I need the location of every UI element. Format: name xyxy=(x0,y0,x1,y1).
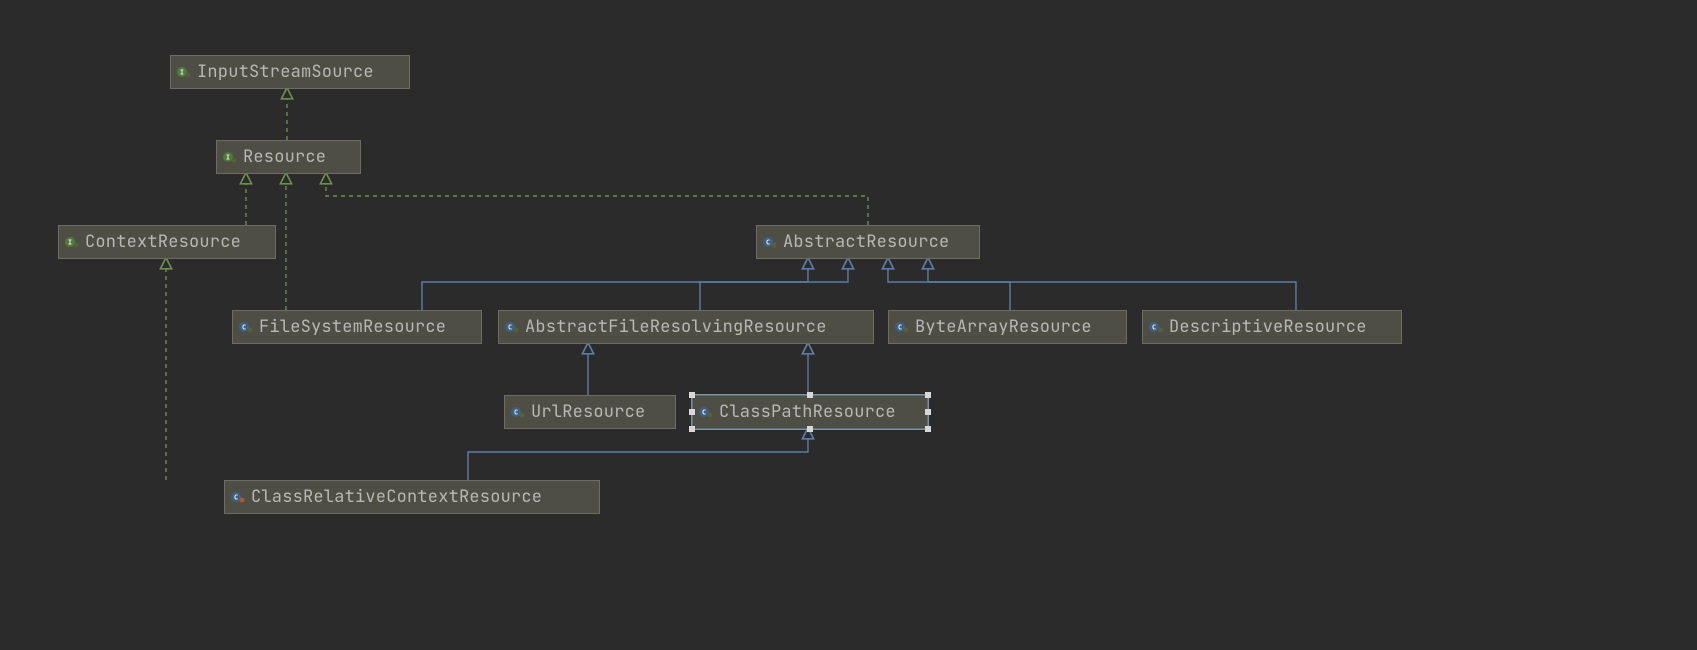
selection-handle[interactable] xyxy=(689,426,695,432)
node-label: FileSystemResource xyxy=(259,316,446,338)
selection-handle[interactable] xyxy=(925,392,931,398)
svg-text:C: C xyxy=(1152,324,1156,332)
svg-text:C: C xyxy=(242,324,246,332)
node-byteArrayResource[interactable]: C ByteArrayResource xyxy=(888,310,1127,344)
svg-text:I: I xyxy=(68,239,72,247)
node-resource[interactable]: I Resource xyxy=(216,140,361,174)
selection-handle[interactable] xyxy=(925,409,931,415)
node-contextResource[interactable]: I ContextResource xyxy=(58,225,276,259)
class-icon: C xyxy=(699,405,713,419)
node-label: AbstractResource xyxy=(783,231,949,253)
selection-handle[interactable] xyxy=(807,426,813,432)
node-label: ClassRelativeContextResource xyxy=(251,486,542,508)
node-label: InputStreamSource xyxy=(197,61,374,83)
node-abstractFileResolvingResource[interactable]: C AbstractFileResolvingResource xyxy=(498,310,874,344)
interface-icon: I xyxy=(65,235,79,249)
node-label: ClassPathResource xyxy=(719,401,896,423)
svg-text:C: C xyxy=(702,409,706,417)
node-fileSystemResource[interactable]: C FileSystemResource xyxy=(232,310,482,344)
edge-abstractFileResolvingResource-to-abstractResource xyxy=(700,259,848,310)
selection-handle[interactable] xyxy=(807,392,813,398)
edge-byteArrayResource-to-abstractResource xyxy=(888,259,1010,310)
edge-descriptiveResource-to-abstractResource xyxy=(928,259,1296,310)
svg-text:C: C xyxy=(898,324,902,332)
node-urlResource[interactable]: C UrlResource xyxy=(504,395,676,429)
svg-text:C: C xyxy=(514,409,518,417)
edge-fileSystemResource-to-abstractResource xyxy=(422,259,808,310)
node-label: ByteArrayResource xyxy=(915,316,1092,338)
node-classRelativeContextResource[interactable]: C ClassRelativeContextResource xyxy=(224,480,600,514)
node-label: DescriptiveResource xyxy=(1169,316,1367,338)
node-label: UrlResource xyxy=(531,401,645,423)
svg-text:I: I xyxy=(226,154,230,162)
class-icon: C xyxy=(1149,320,1163,334)
node-label: Resource xyxy=(243,146,326,168)
selection-handle[interactable] xyxy=(689,392,695,398)
node-label: ContextResource xyxy=(85,231,241,253)
interface-icon: I xyxy=(177,65,191,79)
selection-handle[interactable] xyxy=(689,409,695,415)
node-label: AbstractFileResolvingResource xyxy=(525,316,827,338)
svg-text:C: C xyxy=(766,239,770,247)
svg-text:C: C xyxy=(508,324,512,332)
class-icon: C xyxy=(505,320,519,334)
edge-classRelativeContextResource-to-classPathResource xyxy=(468,429,808,480)
class-icon: C xyxy=(239,320,253,334)
node-inputStreamSource[interactable]: I InputStreamSource xyxy=(170,55,410,89)
interface-icon: I xyxy=(223,150,237,164)
node-abstractResource[interactable]: C AbstractResource xyxy=(756,225,980,259)
edge-abstractResource-to-resource xyxy=(326,174,868,225)
selection-handle[interactable] xyxy=(925,426,931,432)
class-icon: C xyxy=(895,320,909,334)
class-icon: C xyxy=(231,490,245,504)
svg-text:C: C xyxy=(234,494,238,502)
node-descriptiveResource[interactable]: C DescriptiveResource xyxy=(1142,310,1402,344)
node-classPathResource[interactable]: C ClassPathResource xyxy=(692,395,928,429)
class-icon: C xyxy=(511,405,525,419)
svg-text:I: I xyxy=(180,69,184,77)
class-icon: C xyxy=(763,235,777,249)
